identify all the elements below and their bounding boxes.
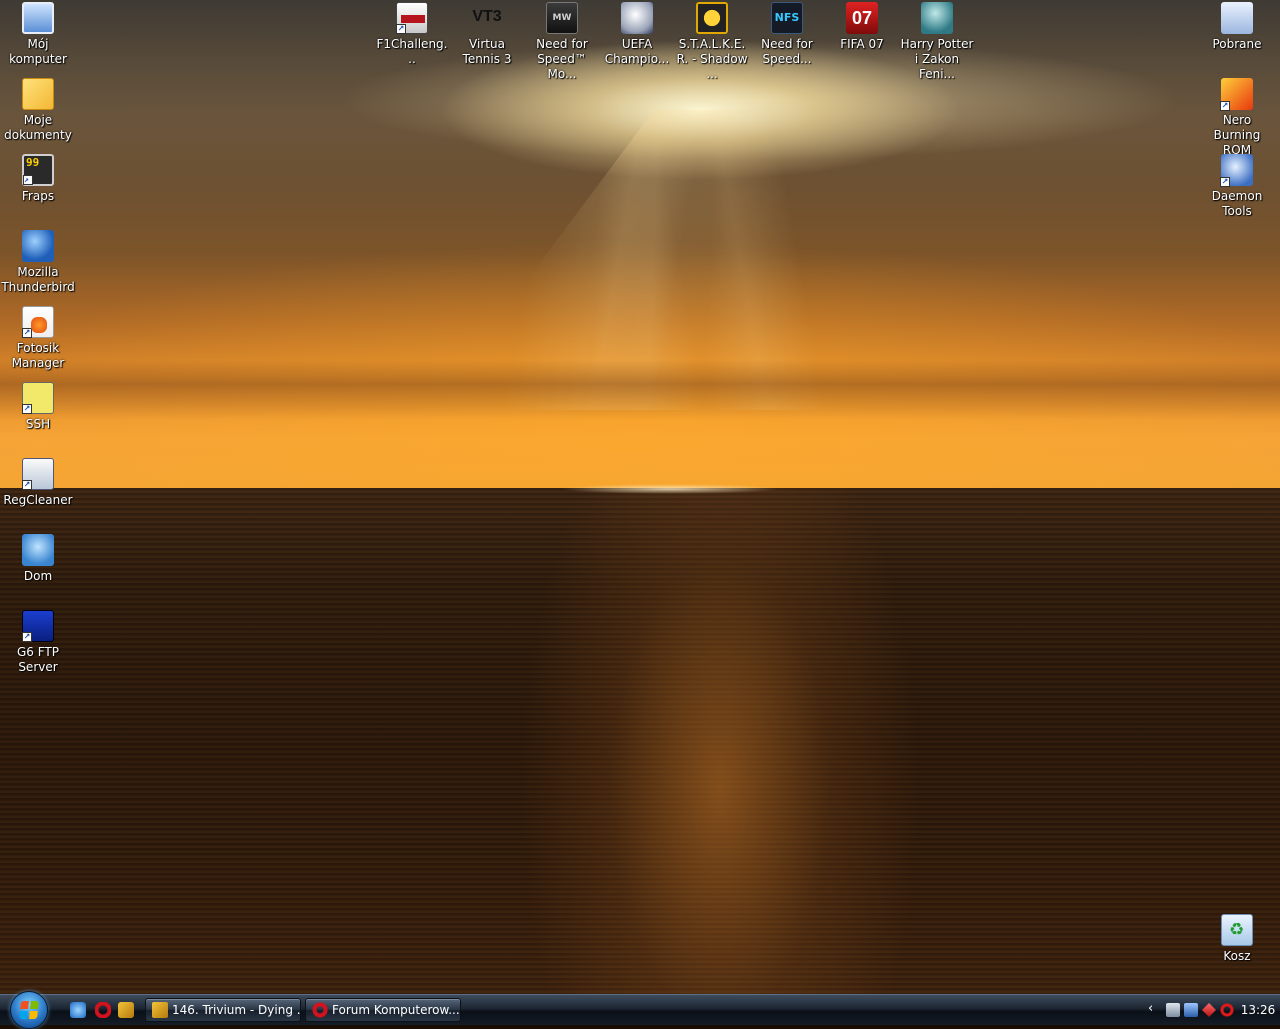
desktop-icon-fraps[interactable]: 99 ↗ Fraps [0,152,76,204]
start-button[interactable] [10,991,48,1029]
desktop-icon-g6-ftp[interactable]: ↗ G6 FTP Server [0,608,76,675]
desktop-icon-virtua-tennis[interactable]: VT3 Virtua Tennis 3 [449,0,525,67]
cloud-band [0,360,1280,420]
ssh-icon: ↗ [22,382,54,414]
desktop-icon-label: Mozilla Thunderbird [1,265,75,294]
desktop-icon-label: Need for Speed... [761,37,813,66]
taskbar-button-opera-forum[interactable]: Forum Komputerow... [305,998,461,1022]
sea [0,488,1280,994]
taskbar-button-label: 146. Trivium - Dying ... [172,1003,301,1017]
network-icon [22,534,54,566]
fotosik-icon: ↗ [22,306,54,338]
daemon-tools-icon: ↗ [1220,154,1253,187]
taskbar-button-winamp[interactable]: 146. Trivium - Dying ... [145,998,301,1022]
tray-expand-chevron-icon[interactable]: ‹ [1148,1001,1153,1016]
clock[interactable]: 13:26 [1238,995,1278,1025]
taskbar-button-label: Forum Komputerow... [332,1003,460,1017]
desktop-icon-label: Daemon Tools [1211,189,1263,218]
desktop-icon-dom[interactable]: Dom [0,532,76,584]
fraps-icon: 99 ↗ [22,154,54,186]
desktop-icon-label: Dom [23,569,53,583]
winamp-icon [152,1002,168,1018]
desktop-icon-label: Fraps [21,189,55,203]
desktop-icon-label: Pobrane [1212,37,1262,51]
downloads-icon [1221,2,1253,34]
documents-folder-icon [22,78,54,110]
desktop-icon-label: Virtua Tennis 3 [462,37,512,66]
desktop-icon-pobrane[interactable]: Pobrane [1199,0,1275,52]
opera-icon [312,1002,328,1018]
antivirus-icon[interactable] [1220,1003,1234,1017]
desktop-icon-label: F1Challeng... [376,37,448,66]
desktop-icon-ssh[interactable]: ↗ SSH [0,380,76,432]
desktop-icon-label: Kosz [1223,949,1251,963]
desktop-icon-fotosik[interactable]: ↗ Fotosik Manager [0,304,76,371]
desktop-icon-label: Moje dokumenty [4,113,72,142]
desktop-icon-label: Fotosik Manager [11,341,65,370]
desktop-icon-label: SSH [25,417,51,431]
winamp-icon[interactable] [118,1002,134,1018]
virtua-tennis-icon: VT3 [472,8,502,25]
desktop-icon-stalker[interactable]: S.T.A.L.K.E.R. - Shadow ... [674,0,750,82]
nfs-most-wanted-icon: MW [546,2,578,34]
f1-challenge-icon: ↗ [396,2,428,34]
harry-potter-icon [921,2,953,34]
desktop-icon-label: Need for Speed™ Mo... [536,37,588,81]
desktop-icon-f1-challenge[interactable]: ↗ F1Challeng... [374,0,450,67]
windows-logo-icon [19,1001,39,1019]
regcleaner-icon: ↗ [22,458,54,490]
desktop-icon-my-computer[interactable]: Mój komputer [0,0,76,67]
desktop-icon-recycle-bin[interactable]: Kosz [1199,912,1275,964]
desktop-icon-harry-potter[interactable]: Harry Potter i Zakon Feni... [899,0,975,82]
desktop-icon-my-documents[interactable]: Moje dokumenty [0,76,76,143]
desktop-icon-nfs-most-wanted[interactable]: MW Need for Speed™ Mo... [524,0,600,82]
desktop-icon-label: UEFA Champio... [604,37,670,66]
g6-ftp-icon: ↗ [22,610,54,642]
desktop-icon-label: Harry Potter i Zakon Feni... [900,37,974,81]
system-tray: ‹ 13:26 [1140,995,1280,1025]
desktop-icon-uefa[interactable]: UEFA Champio... [599,0,675,67]
uefa-champions-icon [621,2,653,34]
desktop-icon-label: RegCleaner [3,493,73,507]
network-status-icon[interactable] [1184,1003,1198,1017]
horizon-glow [560,484,780,494]
desktop-icon-nfs[interactable]: NFS Need for Speed... [749,0,825,67]
taskbar: 146. Trivium - Dying ... Forum Komputero… [0,991,1280,1029]
desktop-wallpaper [0,0,1280,994]
desktop-icon-thunderbird[interactable]: Mozilla Thunderbird [0,228,76,295]
desktop-icon-label: Mój komputer [9,37,67,66]
desktop-icon-daemon-tools[interactable]: ↗ Daemon Tools [1199,152,1275,219]
desktop-icon-fifa-07[interactable]: 07 FIFA 07 [824,0,900,52]
desktop-icon-label: S.T.A.L.K.E.R. - Shadow ... [676,37,748,81]
desktop-icon-nero[interactable]: ↗ Nero Burning ROM [1199,76,1275,158]
opera-icon[interactable] [95,1002,111,1018]
volume-icon[interactable] [1202,1003,1216,1017]
desktop-icon-regcleaner[interactable]: ↗ RegCleaner [0,456,76,508]
desktop-icon-label: G6 FTP Server [16,645,59,674]
nfs-icon: NFS [771,2,803,34]
desktop-icon-label: FIFA 07 [840,37,884,51]
recycle-bin-icon [1221,914,1253,946]
stalker-icon [696,2,728,34]
thunderbird-icon [22,230,54,262]
fifa-07-icon: 07 [846,2,878,34]
computer-icon [22,2,54,34]
internet-explorer-icon[interactable] [70,1002,86,1018]
nero-icon: ↗ [1220,78,1253,111]
safely-remove-hardware-icon[interactable] [1166,1003,1180,1017]
